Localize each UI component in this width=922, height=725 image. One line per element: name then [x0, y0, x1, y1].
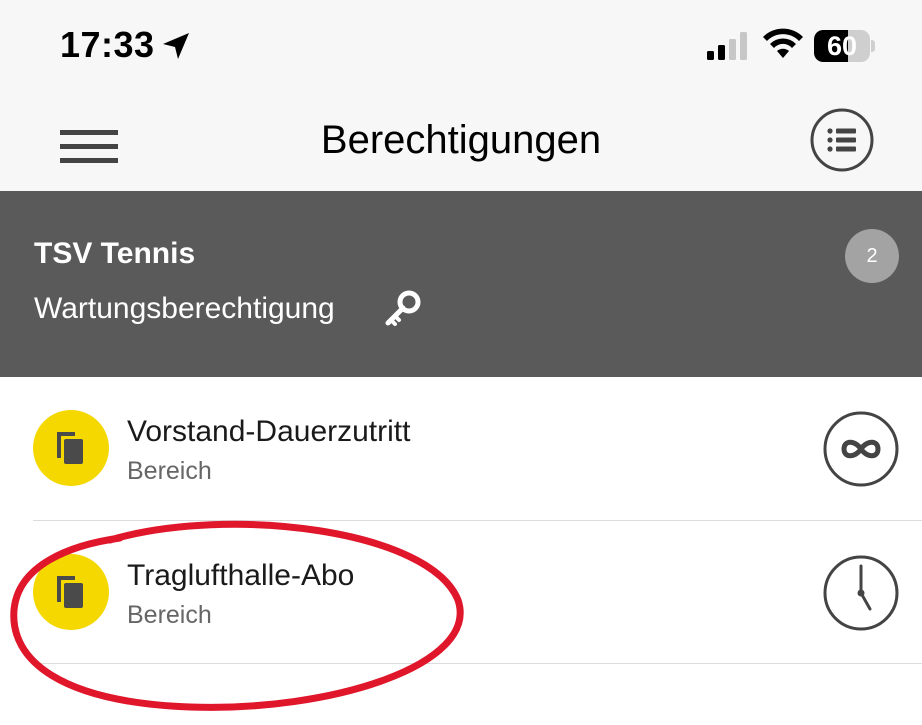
item-subtitle: Bereich	[127, 457, 212, 485]
organization-header[interactable]: TSV Tennis Wartungsberechtigung 2	[0, 191, 922, 377]
battery-level: 60	[826, 31, 858, 61]
copy-area-icon	[57, 576, 83, 608]
clock-icon[interactable]	[822, 554, 900, 632]
battery-body: 60	[814, 30, 870, 62]
item-title: Vorstand-Dauerzutritt	[127, 415, 411, 448]
permission-type: Wartungsberechtigung	[34, 292, 335, 325]
area-avatar	[33, 410, 109, 486]
app-screen: 17:33 60 Berechtigungen TSV Tennis Wartu…	[0, 0, 922, 725]
page-title: Berechtigungen	[320, 118, 602, 162]
item-subtitle: Bereich	[127, 601, 212, 629]
list-item[interactable]: Vorstand-Dauerzutritt Bereich	[0, 377, 922, 520]
key-icon	[385, 290, 421, 326]
menu-line	[60, 130, 118, 135]
location-arrow-icon	[163, 33, 189, 59]
menu-line	[60, 158, 118, 163]
status-time: 17:33	[60, 24, 155, 65]
top-bar: 17:33 60 Berechtigungen	[0, 0, 922, 191]
menu-line	[60, 144, 118, 149]
list-divider	[33, 663, 922, 664]
battery-nub	[871, 40, 875, 52]
area-avatar	[33, 554, 109, 630]
hamburger-menu-icon[interactable]	[60, 130, 118, 164]
battery-icon: 60	[814, 30, 876, 62]
list-view-icon[interactable]	[810, 108, 874, 172]
permission-list: Vorstand-Dauerzutritt Bereich Tragluftha…	[0, 377, 922, 725]
wifi-icon	[763, 28, 803, 58]
count-badge: 2	[845, 229, 899, 283]
cellular-signal-icon	[707, 32, 747, 60]
infinity-icon[interactable]	[822, 410, 900, 488]
item-title: Traglufthalle-Abo	[127, 559, 355, 592]
list-item[interactable]: Traglufthalle-Abo Bereich	[0, 521, 922, 664]
copy-area-icon	[57, 432, 83, 464]
organization-name: TSV Tennis	[34, 237, 196, 270]
